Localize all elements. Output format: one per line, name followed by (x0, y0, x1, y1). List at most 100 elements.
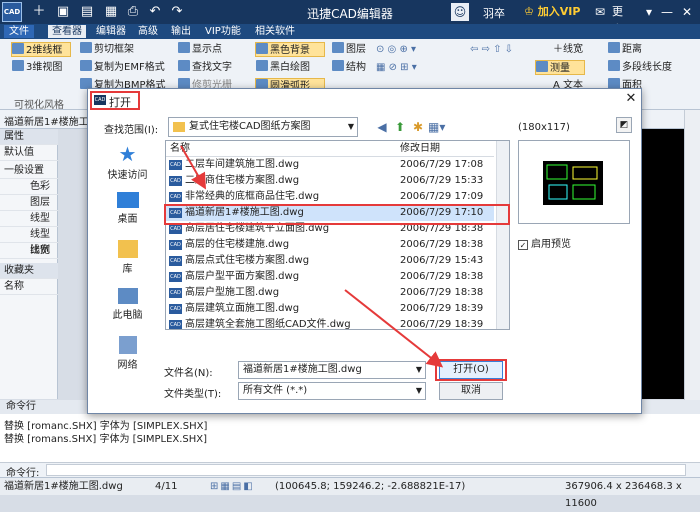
file-row[interactable]: CAD 高层户型施工图.dwg 2006/7/29 18:38 (166, 285, 494, 301)
computer-icon (117, 288, 138, 304)
lookin-value: 复式住宅楼CAD图纸方案图 (189, 121, 311, 132)
file-date: 2006/7/29 15:33 (400, 175, 484, 186)
dialog-close-icon[interactable]: ✕ (623, 91, 639, 107)
file-row[interactable]: CAD 二层车间建筑施工图.dwg 2006/7/29 17:08 (166, 157, 494, 173)
user-name[interactable]: 羽卒 (483, 5, 505, 21)
file-row[interactable]: CAD 非常经典的底框商品住宅.dwg 2006/7/29 17:09 (166, 189, 494, 205)
property-linetype-scale[interactable]: 线型比例 (0, 227, 58, 256)
file-name: 高层户型平面方案图.dwg (185, 271, 300, 282)
menu-advanced[interactable]: 高级 (134, 25, 162, 38)
open-folder-icon[interactable]: ▣ (54, 3, 72, 21)
print-icon[interactable]: ⎙ (124, 3, 142, 21)
linewidth-button[interactable]: ＋线宽 (553, 42, 583, 57)
wireframe-2d-button[interactable]: 2维线框 (11, 42, 71, 57)
command-input[interactable] (46, 464, 686, 476)
save-as-icon[interactable]: ▦ (102, 3, 120, 21)
property-color[interactable]: 色彩 (0, 179, 58, 195)
back-icon[interactable]: ◀ (374, 119, 390, 135)
preview-size: (180x117) (518, 122, 570, 133)
new-file-icon[interactable]: ＋ (30, 3, 48, 21)
join-vip-button[interactable]: ♔ 加入VIP (524, 3, 586, 21)
plus-icon: ＋ (553, 44, 563, 55)
chevron-down-icon: ▼ (415, 386, 422, 395)
copy-emf-button[interactable]: 复制为EMF格式 (80, 60, 165, 75)
place-network[interactable]: 网络 (96, 332, 159, 380)
measure-button[interactable]: 测量 (535, 60, 585, 75)
drawing-canvas[interactable] (636, 129, 684, 399)
find-text-button[interactable]: 查找文字 (178, 60, 232, 75)
enable-preview-checkbox[interactable]: ✓ 启用预览 (518, 235, 571, 250)
filetype-label: 文件类型(T): (164, 389, 222, 400)
preview-toggle-icon[interactable]: ◩ (616, 117, 632, 133)
place-library[interactable]: 库 (96, 236, 159, 284)
filename-input[interactable]: 福道新居1#楼施工图.dwg ▼ (238, 361, 426, 379)
avatar-icon[interactable]: ☺ (451, 3, 469, 21)
property-default[interactable]: 默认值 (0, 145, 58, 161)
menu-file[interactable]: 文件 (4, 25, 34, 38)
layers-button[interactable]: 图层 (332, 42, 366, 57)
chevron-down-icon: ▼ (347, 122, 354, 131)
filetype-select[interactable]: 所有文件 (*.*) ▼ (238, 382, 426, 400)
black-background-button[interactable]: 黑色背景 (255, 42, 325, 57)
copy-icon (80, 60, 92, 71)
vertical-scrollbar[interactable] (684, 110, 700, 400)
undo-icon[interactable]: ↶ (146, 3, 164, 21)
preview-pane (518, 140, 630, 224)
checkmark-icon: ✓ (518, 240, 528, 250)
view-3d-button[interactable]: 3维视图 (12, 60, 62, 75)
view-menu-icon[interactable]: ▦▾ (428, 119, 445, 135)
place-quick-access[interactable]: ★ 快速访问 (96, 140, 159, 188)
black-bg-icon (256, 43, 268, 54)
up-folder-icon[interactable]: ⬆ (392, 119, 408, 135)
minimize-icon[interactable]: ▾ (640, 3, 658, 21)
file-row[interactable]: CAD 二层商住宅楼方案图.dwg 2006/7/29 15:33 (166, 173, 494, 189)
share-icon[interactable]: ✉ (592, 3, 608, 21)
menu-related[interactable]: 相关软件 (251, 25, 299, 38)
structure-button[interactable]: 结构 (332, 60, 366, 75)
file-name: 二层车间建筑施工图.dwg (185, 159, 300, 170)
file-row[interactable]: CAD 高层建筑全套施工图纸CAD文件.dwg 2006/7/29 18:39 (166, 317, 494, 329)
nav-arrows[interactable]: ⇦ ⇨ ⇧ ⇩ (470, 42, 513, 57)
black-white-button[interactable]: 黑白绘图 (256, 60, 310, 75)
column-date[interactable]: 修改日期 (400, 141, 440, 157)
new-folder-icon[interactable]: ✱ (410, 119, 426, 135)
file-row[interactable]: CAD 高层建筑立面施工图.dwg 2006/7/29 18:39 (166, 301, 494, 317)
title-bar: CAD ＋ ▣ ▤ ▦ ⎙ ↶ ↷ 迅捷CAD编辑器 ☺ 羽卒 ♔ 加入VIP … (0, 0, 700, 36)
zoom-tools[interactable]: ⊙ ◎ ⊕ ▾ (376, 42, 450, 57)
menu-editor[interactable]: 编辑器 (92, 25, 130, 38)
file-row[interactable]: CAD 高层点式住宅楼方案图.dwg 2006/7/29 15:43 (166, 253, 494, 269)
property-linetype[interactable]: 线型 (0, 211, 58, 227)
menu-viewer[interactable]: 查看器 (48, 25, 86, 38)
column-name[interactable]: 名称 (170, 141, 190, 157)
property-layer[interactable]: 图层 (0, 195, 58, 211)
redo-icon[interactable]: ↷ (168, 3, 186, 21)
dwg-file-icon: CAD (169, 272, 182, 282)
file-row[interactable]: CAD 高层户型平面方案图.dwg 2006/7/29 18:38 (166, 269, 494, 285)
zoom-icon: ⊙ ◎ ⊕ ▾ (376, 44, 417, 55)
favorites-name-column: 名称 (0, 279, 58, 295)
clip-frame-button[interactable]: 剪切框架 (80, 42, 134, 57)
distance-button[interactable]: 距离 (608, 42, 642, 57)
show-points-button[interactable]: 显示点 (178, 42, 222, 57)
command-input-row: 命令行: (0, 462, 700, 479)
close-icon[interactable]: ✕ (678, 3, 696, 21)
status-tool-icons[interactable]: ⊞▦▤◧ (210, 478, 255, 495)
restore-icon[interactable]: — (658, 3, 676, 21)
dwg-file-icon: CAD (169, 288, 182, 298)
property-linewidth[interactable]: 线宽 (0, 243, 58, 259)
pan-tools[interactable]: ▦ ⊘ ⊞ ▾ (376, 60, 450, 75)
menu-output[interactable]: 输出 (167, 25, 195, 38)
place-this-pc[interactable]: 此电脑 (96, 284, 159, 332)
lookin-select[interactable]: 复式住宅楼CAD图纸方案图 ▼ (168, 117, 358, 137)
filetype-value: 所有文件 (*.*) (243, 385, 308, 396)
document-tab[interactable]: 福道新居1#楼施工图 (4, 113, 99, 128)
file-list-scrollbar[interactable] (496, 141, 509, 329)
place-desktop[interactable]: 桌面 (96, 188, 159, 236)
more-button[interactable]: 更多 (612, 3, 632, 36)
menu-vip[interactable]: VIP功能 (201, 25, 245, 38)
cancel-button[interactable]: 取消 (439, 382, 503, 400)
file-row[interactable]: CAD 高层的住宅楼建施.dwg 2006/7/29 18:38 (166, 237, 494, 253)
property-general[interactable]: 一般设置 (0, 163, 58, 179)
polyline-length-button[interactable]: 多段线长度 (608, 60, 672, 75)
save-icon[interactable]: ▤ (78, 3, 96, 21)
